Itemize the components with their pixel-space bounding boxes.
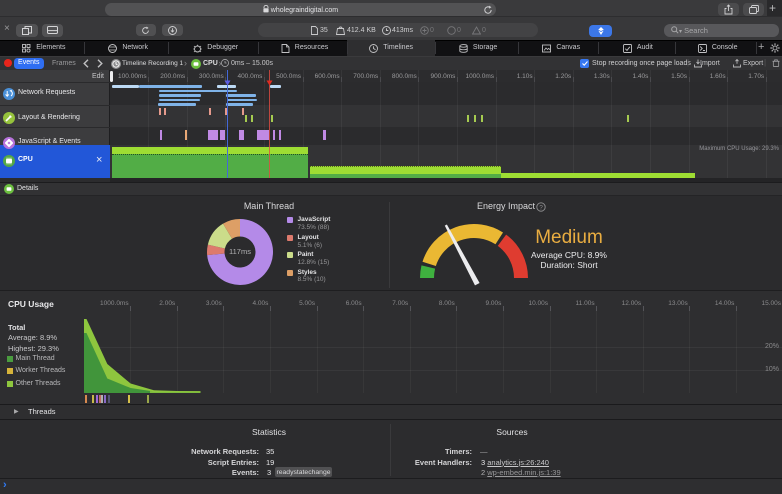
- svg-text:?: ?: [539, 204, 543, 211]
